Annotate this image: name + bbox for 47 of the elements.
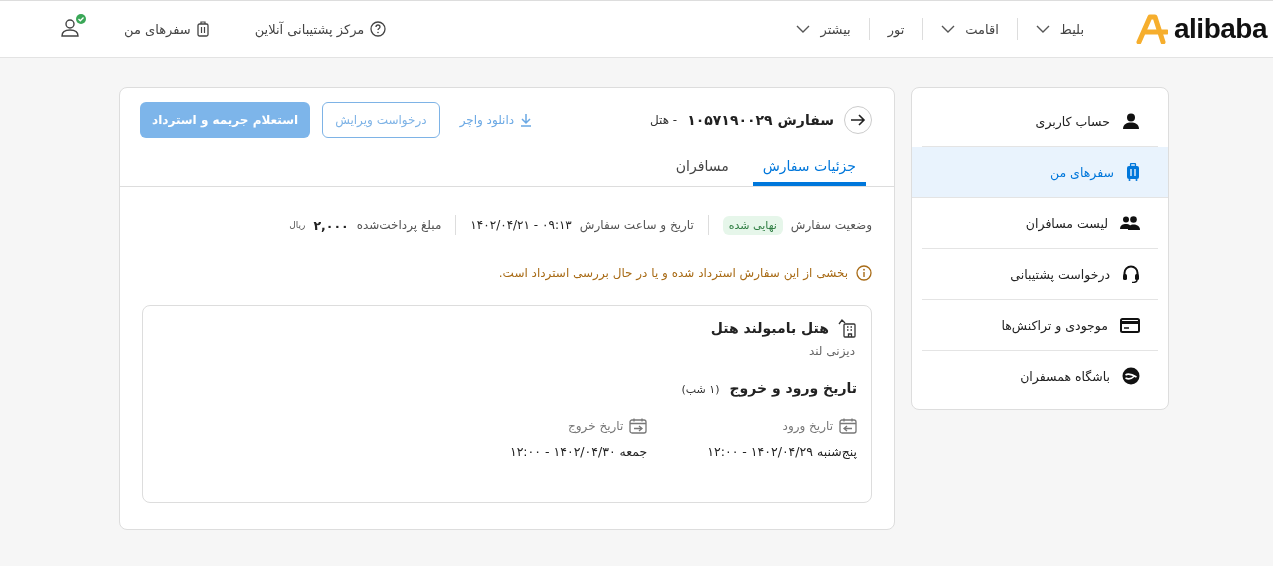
checkout-date: جمعه ۱۴۰۲/۰۴/۳۰ - ۱۲:۰۰ — [509, 444, 648, 459]
hotel-location: دیزنی لند — [807, 344, 856, 358]
nav-menu-item[interactable]: تور — [869, 21, 923, 37]
person-icon — [1122, 113, 1140, 129]
sidebar-item[interactable]: موجودی و تراکنش‌ها — [922, 300, 1158, 351]
hotel-name: هتل بامبولند هتل — [710, 320, 829, 336]
sidebar-item[interactable]: سفرهای من — [912, 147, 1168, 198]
refund-notice: بخشی از این سفارش استرداد شده و یا در حال بررسی استرداد است. — [498, 266, 848, 280]
calendar-icon — [839, 418, 857, 434]
nav-menu-item[interactable]: اقامت — [923, 21, 1017, 37]
logo-mark-icon — [1136, 14, 1168, 44]
my-trips-link[interactable]: سفرهای من — [118, 19, 215, 39]
calendar-icon — [629, 418, 648, 434]
logo[interactable]: alibaba — [1136, 13, 1267, 45]
amount-label: مبلغ پرداخت‌شده — [356, 218, 442, 232]
order-date-value: ۰۹:۱۳ - ۱۴۰۲/۰۴/۲۱ — [470, 218, 572, 232]
checkout-label: تاریخ خروج — [568, 419, 624, 433]
checkin-label: تاریخ ورود — [782, 419, 833, 433]
people-icon — [1120, 216, 1140, 230]
sidebar-item[interactable]: لیست مسافران — [922, 198, 1158, 249]
order-type: - هتل — [650, 113, 678, 127]
amount-value: ۲,۰۰۰ — [313, 217, 349, 233]
stay-title: تاریخ ورود و خروج — [729, 380, 857, 396]
info-icon — [856, 265, 872, 281]
tab[interactable]: جزئیات سفارش — [752, 150, 866, 186]
suitcase-icon — [196, 20, 209, 38]
user-icon — [60, 17, 80, 38]
download-icon — [520, 113, 533, 127]
tab[interactable]: مسافران — [665, 150, 739, 186]
headset-icon — [1122, 265, 1140, 283]
support-link[interactable]: مرکز پشتیبانی آنلاین — [248, 20, 393, 38]
suitcase-icon — [1126, 163, 1140, 181]
back-button[interactable] — [844, 106, 872, 134]
status-badge: نهایی شده — [722, 215, 783, 235]
order-date-label: تاریخ و ساعت سفارش — [579, 218, 694, 232]
hotel-icon — [837, 318, 857, 338]
checkin-date: پنج‌شنبه ۱۴۰۲/۰۴/۲۹ - ۱۲:۰۰ — [707, 444, 857, 459]
currency-unit: ریال — [289, 220, 306, 230]
sidebar-item[interactable]: باشگاه همسفران — [922, 351, 1158, 401]
help-icon — [370, 21, 387, 37]
sidebar-item[interactable]: درخواست پشتیبانی — [922, 249, 1158, 300]
order-title: سفارش ۱۰۵۷۱۹۰۰۲۹ — [687, 112, 834, 128]
card-icon — [1120, 317, 1140, 333]
nights-count: (۱ شب) — [681, 383, 720, 396]
nav-menu-item[interactable]: بیشتر — [778, 21, 869, 37]
status-label: وضعیت سفارش — [790, 218, 872, 232]
arrow-right-icon — [850, 114, 866, 126]
